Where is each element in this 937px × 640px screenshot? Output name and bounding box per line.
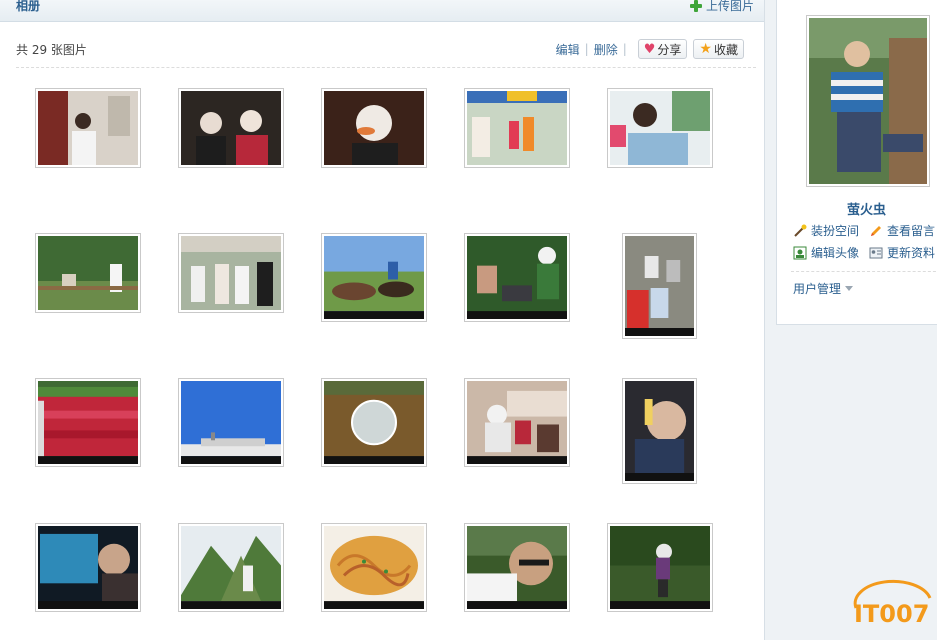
photo-thumbnail[interactable] <box>178 88 284 168</box>
photo-thumbnail[interactable] <box>35 523 141 612</box>
photo-thumbnail[interactable] <box>464 88 570 168</box>
photo-thumbnail[interactable] <box>321 378 427 467</box>
separator: | <box>622 42 627 56</box>
share-button[interactable]: ♥ 分享 <box>637 39 688 59</box>
watermark-text: IT007 <box>854 600 929 628</box>
photo-thumbnail[interactable] <box>178 523 284 612</box>
plus-icon <box>689 0 702 12</box>
divider <box>791 271 937 272</box>
sidebar-item-decorate[interactable]: 装扮空间 <box>793 222 869 239</box>
photo-thumbnail[interactable] <box>622 233 697 339</box>
avatar[interactable] <box>806 15 930 187</box>
watermark-logo: IT007 <box>853 579 932 628</box>
sidebar-menu-row: 编辑头像 更新资料 <box>793 244 937 261</box>
photo-thumbnail[interactable] <box>35 233 141 313</box>
upload-photo-link[interactable]: 上传图片 <box>689 0 754 14</box>
sidebar-menu-row: 装扮空间 查看留言 <box>793 222 937 239</box>
photo-thumbnail[interactable] <box>622 378 697 484</box>
avatar-icon <box>793 246 807 259</box>
photo-thumbnail[interactable] <box>607 88 713 168</box>
user-management-label: 用户管理 <box>793 282 842 296</box>
edit-link[interactable]: 编辑 <box>556 41 580 58</box>
sidebar-item-messages[interactable]: 查看留言 <box>869 222 937 239</box>
photo-thumbnail[interactable] <box>464 523 570 612</box>
sidebar-item-edit-avatar[interactable]: 编辑头像 <box>793 244 869 261</box>
photo-thumbnail[interactable] <box>321 233 427 322</box>
username[interactable]: 萤火虫 <box>777 199 937 218</box>
photo-thumbnail[interactable] <box>321 523 427 612</box>
sidebar-item-label: 更新资料 <box>887 246 936 260</box>
wand-icon <box>794 224 807 237</box>
photo-thumbnail[interactable] <box>464 233 570 322</box>
album-header: 相册 上传图片 <box>0 0 764 22</box>
pencil-icon <box>871 225 881 236</box>
photo-thumbnail[interactable] <box>321 88 427 168</box>
sidebar-item-label: 编辑头像 <box>811 246 860 260</box>
sidebar-item-label: 查看留言 <box>887 224 936 238</box>
heart-icon: ♥ <box>643 41 656 57</box>
photo-thumbnail[interactable] <box>607 523 713 612</box>
album-title[interactable]: 相册 <box>16 0 40 14</box>
photo-thumbnail[interactable] <box>178 378 284 467</box>
album-actions: 编辑 | 删除 | ♥ 分享 ★ 收藏 <box>556 39 744 59</box>
divider <box>16 67 756 68</box>
chevron-down-icon <box>845 286 854 291</box>
photo-thumbnail[interactable] <box>464 378 570 467</box>
album-main-panel: 相册 上传图片 共 29 张图片 编辑 | 删除 | ♥ 分享 ★ 收藏 <box>0 0 765 640</box>
sidebar-item-label: 装扮空间 <box>811 224 860 238</box>
delete-link[interactable]: 删除 <box>594 41 618 58</box>
photo-thumbnail[interactable] <box>178 233 284 313</box>
upload-label: 上传图片 <box>705 0 754 13</box>
user-management-dropdown[interactable]: 用户管理 <box>793 280 854 297</box>
photo-count: 共 29 张图片 <box>16 43 87 57</box>
star-icon: ★ <box>699 41 712 57</box>
favorite-label: 收藏 <box>713 42 738 57</box>
separator: | <box>584 42 589 56</box>
sidebar-item-update-profile[interactable]: 更新资料 <box>869 244 937 261</box>
user-sidebar: 萤火虫 装扮空间 查看留言 编辑头像 更新资料 用户管理 <box>776 0 937 325</box>
share-label: 分享 <box>657 42 682 57</box>
favorite-button[interactable]: ★ 收藏 <box>693 39 744 59</box>
photo-thumbnail[interactable] <box>35 378 141 467</box>
photo-thumbnail[interactable] <box>35 88 141 168</box>
profile-card-icon <box>869 247 883 258</box>
